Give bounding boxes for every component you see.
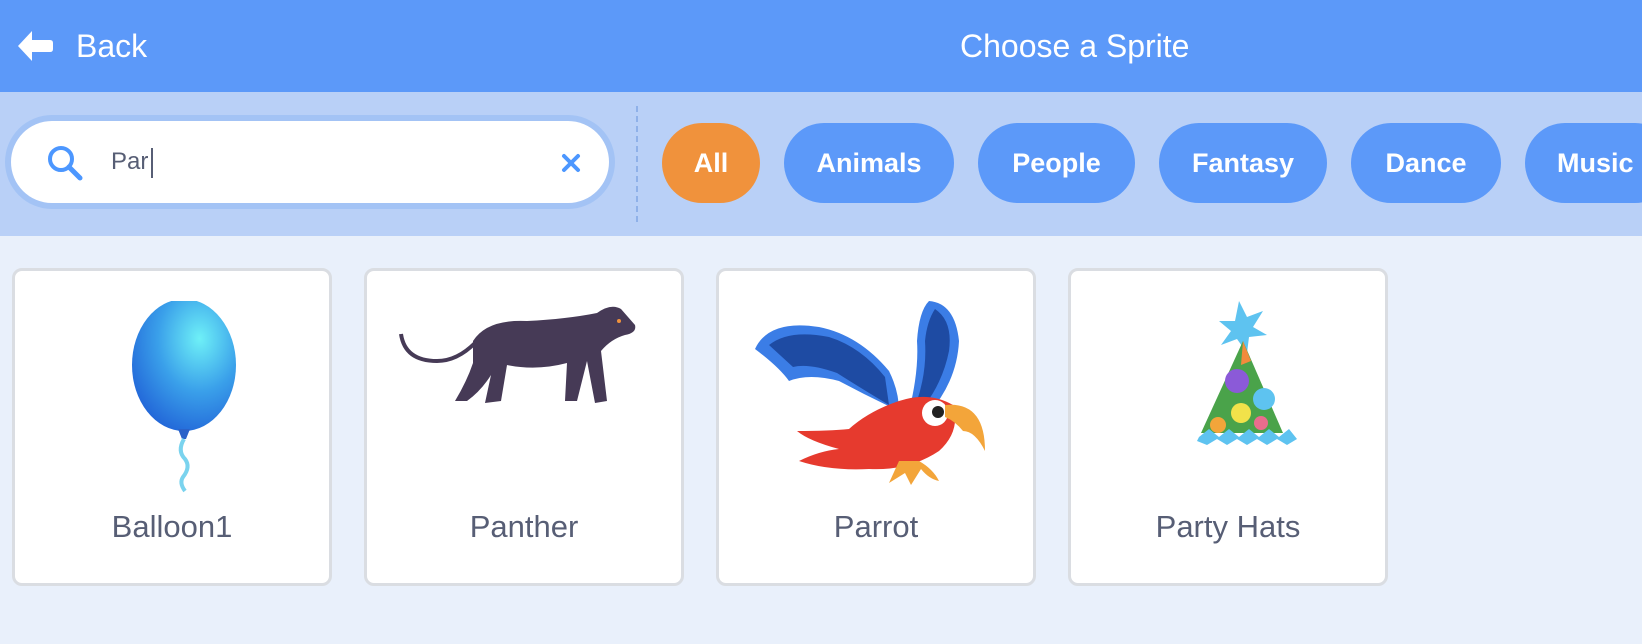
filter-all[interactable]: All (662, 123, 760, 203)
search-icon (48, 146, 83, 181)
back-arrow-icon (18, 31, 53, 61)
search-box (5, 115, 615, 209)
sprite-tile-balloon1[interactable]: Balloon1 (12, 268, 332, 586)
sprite-name: Panther (469, 509, 579, 544)
text-caret (151, 148, 153, 178)
header: Back Choose a Sprite (0, 0, 1642, 92)
balloon-icon (132, 301, 236, 493)
panther-icon (399, 306, 636, 403)
filter-fantasy[interactable]: Fantasy (1159, 123, 1327, 203)
party-hat-icon (1197, 301, 1297, 445)
filter-music[interactable]: Music (1525, 123, 1642, 203)
back-button[interactable]: Back (16, 22, 147, 70)
filter-divider (636, 106, 638, 222)
sprite-name: Party Hats (1155, 509, 1301, 544)
filter-animals[interactable]: Animals (784, 123, 954, 203)
clear-search-icon[interactable] (559, 151, 583, 175)
sprite-name: Balloon1 (111, 509, 233, 544)
parrot-icon (755, 301, 985, 485)
back-label: Back (76, 27, 148, 64)
filter-people[interactable]: People (978, 123, 1135, 203)
sprite-tile-party-hats[interactable]: Party Hats (1068, 268, 1388, 586)
filter-dance[interactable]: Dance (1351, 123, 1501, 203)
search-field (11, 121, 609, 203)
search-input[interactable] (111, 139, 511, 185)
sprite-tile-parrot[interactable]: Parrot (716, 268, 1036, 586)
filter-bar: All Animals People Fantasy Dance Music (0, 92, 1642, 236)
sprite-name: Parrot (833, 509, 919, 544)
page-title: Choose a Sprite (960, 28, 1190, 64)
sprite-tile-panther[interactable]: Panther (364, 268, 684, 586)
